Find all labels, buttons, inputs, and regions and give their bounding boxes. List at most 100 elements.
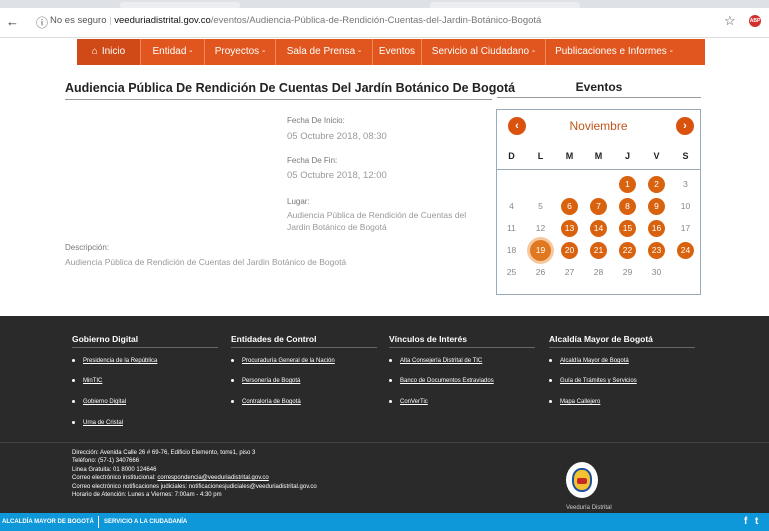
bullet-icon [389, 378, 392, 382]
footer-link[interactable]: Personería de Bogotá [231, 378, 300, 384]
calendar-day-number: 23 [648, 242, 665, 259]
calendar-weekday: D [508, 151, 515, 161]
security-label: No es seguro [50, 15, 107, 26]
nav-item-servicio-al-ciudadano[interactable]: Servicio al Ciudadano - [422, 39, 546, 65]
footer-column-heading: Alcaldía Mayor de Bogotá [549, 334, 653, 344]
facebook-icon[interactable]: f [744, 516, 747, 527]
calendar-day[interactable]: 20 [555, 240, 584, 260]
calendar-day: 11 [497, 218, 526, 238]
nav-item-label: Inicio [101, 46, 126, 57]
calendar-day-number: 15 [619, 220, 636, 237]
footer-link[interactable]: Presidencia de la República [72, 358, 157, 364]
calendar-next-button[interactable]: › [676, 117, 694, 135]
back-arrow-icon[interactable]: ← [6, 14, 19, 29]
calendar-day[interactable]: 19 [526, 240, 555, 261]
contact-address: Dirección: Avenida Calle 26 # 69-76, Edi… [72, 450, 256, 456]
footer-link[interactable]: Procuraduría General de la Nación [231, 358, 335, 364]
adblock-extension-icon[interactable]: ABP [749, 15, 761, 27]
contact-phone: Teléfono: (57-1) 3407666 [72, 458, 140, 465]
contact-info: Dirección: Avenida Calle 26 # 69-76, Edi… [72, 449, 317, 499]
nav-item-publicaciones[interactable]: Publicaciones e Informes - [546, 39, 682, 65]
calendar-day: 4 [497, 196, 526, 216]
alcaldia-link[interactable]: ALCALDÍA MAYOR DE BOGOTÁ [2, 513, 94, 531]
footer-link[interactable]: Alta Consejería Distrital de TIC [389, 358, 482, 364]
contact-hours: Horario de Atención: Lunes a Viernes: 7:… [72, 492, 222, 499]
calendar-day-number: 14 [590, 220, 607, 237]
footer-link-label: Alta Consejería Distrital de TIC [400, 358, 483, 364]
nav-item-sala-de-prensa[interactable]: Sala de Prensa - [276, 39, 373, 65]
calendar-day-number: 22 [619, 242, 636, 259]
calendar-day[interactable]: 23 [642, 240, 671, 260]
url-field[interactable]: No es seguro | veeduriadistrital.gov.co/… [50, 15, 541, 26]
calendar-day[interactable]: 6 [555, 196, 584, 216]
footer-heading-underline [549, 347, 695, 348]
calendar-day[interactable]: 7 [584, 196, 613, 216]
calendar-day[interactable]: 21 [584, 240, 613, 260]
footer-link[interactable]: Mapa Callejero [549, 399, 600, 405]
info-icon[interactable]: ⓘ [36, 14, 48, 31]
calendar-day[interactable]: 22 [613, 240, 642, 260]
bullet-icon [549, 358, 552, 362]
nav-item-proyectos[interactable]: Proyectos - [205, 39, 276, 65]
title-divider [65, 99, 492, 100]
footer-link[interactable]: Alcaldía Mayor de Bogotá [549, 358, 629, 364]
bullet-icon [549, 378, 552, 382]
servicio-ciudadania-link[interactable]: SERVICIO A LA CIUDADANÍA [104, 513, 187, 531]
start-date-label: Fecha De Inicio: [287, 116, 345, 125]
calendar-day-number: 8 [619, 198, 636, 215]
chevron-right-icon: › [683, 120, 687, 132]
bullet-icon [72, 399, 75, 403]
footer-link[interactable]: ConVerTic [389, 399, 428, 405]
description-value: Audiencia Pública de Rendición de Cuenta… [65, 257, 347, 267]
nav-item-inicio[interactable]: ⌂ Inicio [77, 39, 141, 65]
nav-item-entidad[interactable]: Entidad - [141, 39, 205, 65]
browser-tab[interactable] [430, 2, 580, 8]
contact-toll-free: Linea Gratuita: 01 8000 124646 [72, 466, 157, 473]
calendar-day-number: 6 [561, 198, 578, 215]
footer-link[interactable]: Contraloría de Bogotá [231, 399, 301, 405]
footer-link[interactable]: MinTIC [72, 378, 102, 384]
calendar-day[interactable]: 24 [671, 240, 700, 260]
bullet-icon [231, 399, 234, 403]
calendar-day: 28 [584, 262, 613, 282]
twitter-icon[interactable]: t [755, 516, 758, 527]
footer-link[interactable]: Guía de Trámites y Servicios [549, 378, 637, 384]
calendar-day[interactable]: 13 [555, 218, 584, 238]
nav-item-label: Entidad - [152, 46, 193, 57]
calendar-day[interactable]: 2 [642, 174, 671, 194]
nav-item-eventos[interactable]: Eventos [373, 39, 422, 65]
calendar-day-number: 20 [561, 242, 578, 259]
calendar-day-number: 21 [590, 242, 607, 259]
calendar-day-number: 11 [507, 223, 516, 233]
calendar-day[interactable]: 9 [642, 196, 671, 216]
bookmark-star-icon[interactable]: ☆ [724, 13, 736, 29]
footer-column-heading: Entidades de Control [231, 334, 317, 344]
calendar-day-number: 4 [509, 201, 514, 211]
calendar-day-number: 19 [530, 240, 551, 261]
calendar-day[interactable]: 14 [584, 218, 613, 238]
footer-link-label: ConVerTic [400, 399, 428, 405]
calendar-header-divider [497, 169, 700, 170]
calendar-day[interactable]: 8 [613, 196, 642, 216]
place-label: Lugar: [287, 197, 310, 206]
footer-link-label: Procuraduría General de la Nación [242, 358, 335, 364]
url-path: /eventos/Audiencia-Pública-de-Rendición-… [210, 15, 542, 26]
calendar-weekday: V [653, 151, 660, 161]
bottom-bar: ALCALDÍA MAYOR DE BOGOTÁ SERVICIO A LA C… [0, 513, 769, 531]
contact-email-link[interactable]: correspondencia@veeduriadistrital.gov.co [157, 475, 268, 481]
calendar-weekday: L [537, 151, 544, 161]
footer-column-heading: Gobierno Digital [72, 334, 139, 344]
footer-link[interactable]: Banco de Documentos Extraviados [389, 378, 494, 384]
calendar-day-number: 24 [677, 242, 694, 259]
browser-tab[interactable] [120, 2, 240, 8]
calendar-day[interactable]: 1 [613, 174, 642, 194]
calendar-month: Noviembre [569, 119, 628, 133]
calendar-day[interactable]: 15 [613, 218, 642, 238]
calendar-day[interactable]: 16 [642, 218, 671, 238]
footer-link[interactable]: Urna de Cristal [72, 420, 123, 426]
footer-link[interactable]: Gobierno Digital [72, 399, 126, 405]
calendar-weekday: S [682, 151, 689, 161]
calendar-day: 27 [555, 262, 584, 282]
calendar-day: 3 [671, 174, 700, 194]
events-heading: Eventos [575, 80, 623, 94]
